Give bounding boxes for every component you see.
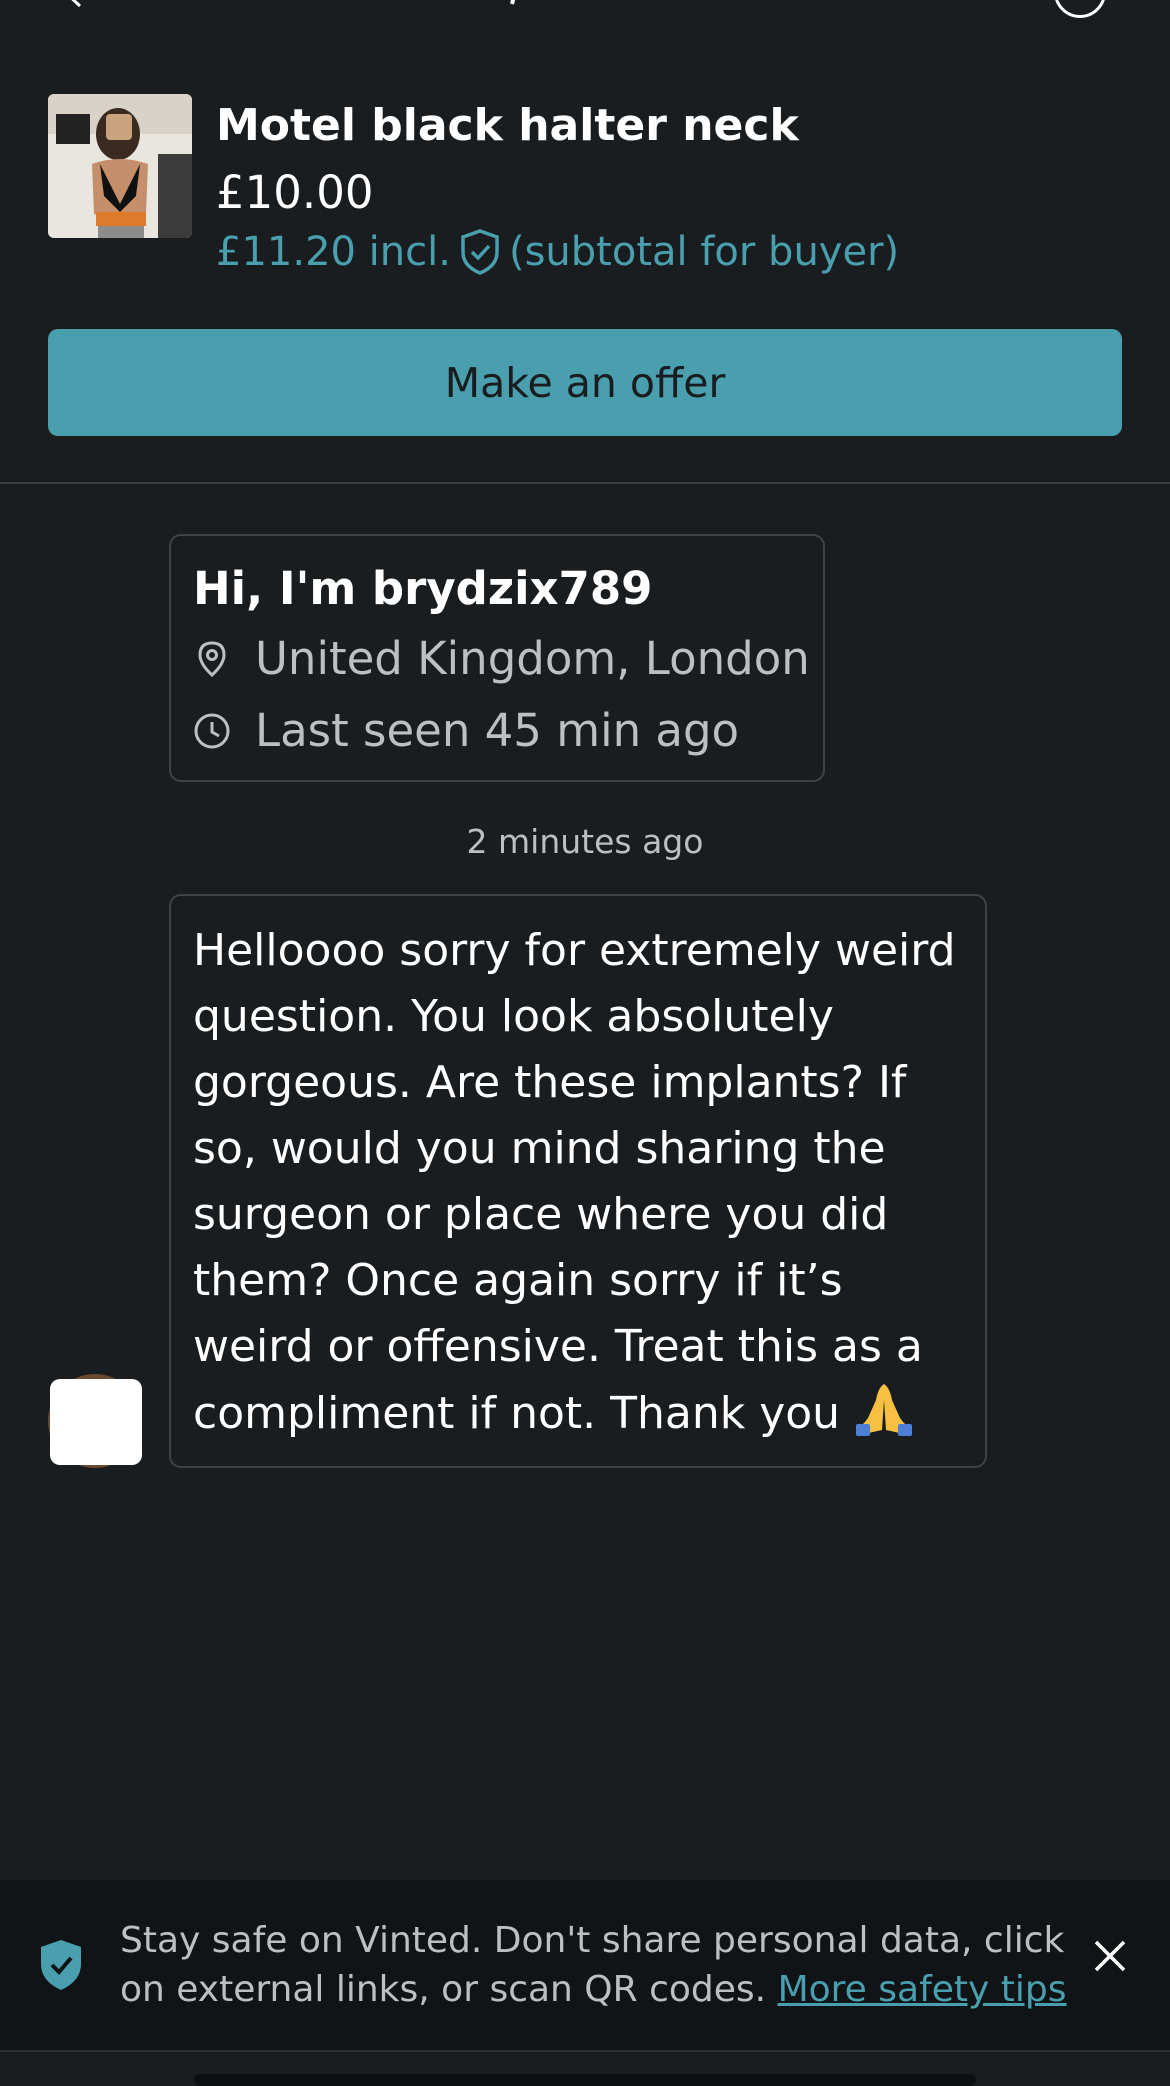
top-bar	[0, 0, 1170, 20]
divider	[0, 482, 1170, 484]
item-price-incl[interactable]: £11.20 incl. (subtotal for buyer)	[216, 228, 899, 276]
message-bubble[interactable]: Helloooo sorry for extremely weird quest…	[169, 894, 987, 1468]
safety-banner: Stay safe on Vinted. Don't share persona…	[0, 1880, 1170, 2050]
message-timestamp: 2 minutes ago	[466, 822, 704, 861]
profile-last-seen-row: Last seen 45 min ago	[193, 704, 739, 757]
profile-card: Hi, I'm brydzix789 United Kingdom, Londo…	[169, 534, 825, 782]
info-icon[interactable]	[1054, 0, 1106, 18]
price-incl-note: (subtotal for buyer)	[508, 229, 900, 275]
profile-greeting: Hi, I'm brydzix789	[193, 562, 653, 615]
item-thumbnail[interactable]	[48, 94, 192, 238]
safety-shield-icon	[41, 1940, 81, 1990]
profile-location-row: United Kingdom, London	[193, 632, 810, 685]
item-title[interactable]: Motel black halter neck	[216, 100, 799, 151]
buyer-protection-shield-icon	[461, 229, 499, 275]
item-price: £10.00	[216, 166, 374, 219]
bottom-input-strip	[0, 2050, 1170, 2086]
safety-message: Stay safe on Vinted. Don't share persona…	[120, 1916, 1070, 2014]
safety-tips-link[interactable]: More safety tips	[778, 1969, 1067, 2010]
praying-hands-emoji	[856, 1384, 913, 1436]
price-incl-amount: £11.20 incl.	[216, 229, 451, 275]
message-text: Helloooo sorry for extremely weird quest…	[193, 925, 956, 1439]
avatar-redaction	[50, 1379, 142, 1465]
message-input-partial[interactable]	[194, 2074, 976, 2086]
back-arrow-icon[interactable]	[58, 0, 92, 10]
location-pin-icon	[198, 640, 226, 677]
item-header[interactable]: Motel black halter neck £10.00 £11.20 in…	[48, 94, 1122, 294]
profile-location: United Kingdom, London	[255, 632, 810, 685]
message-body: Helloooo sorry for extremely weird quest…	[193, 918, 965, 1447]
profile-last-seen: Last seen 45 min ago	[255, 704, 740, 757]
close-icon[interactable]	[1090, 1936, 1130, 1976]
clock-icon	[194, 713, 230, 748]
conversation-title	[510, 0, 516, 5]
make-offer-button[interactable]: Make an offer	[48, 329, 1122, 436]
